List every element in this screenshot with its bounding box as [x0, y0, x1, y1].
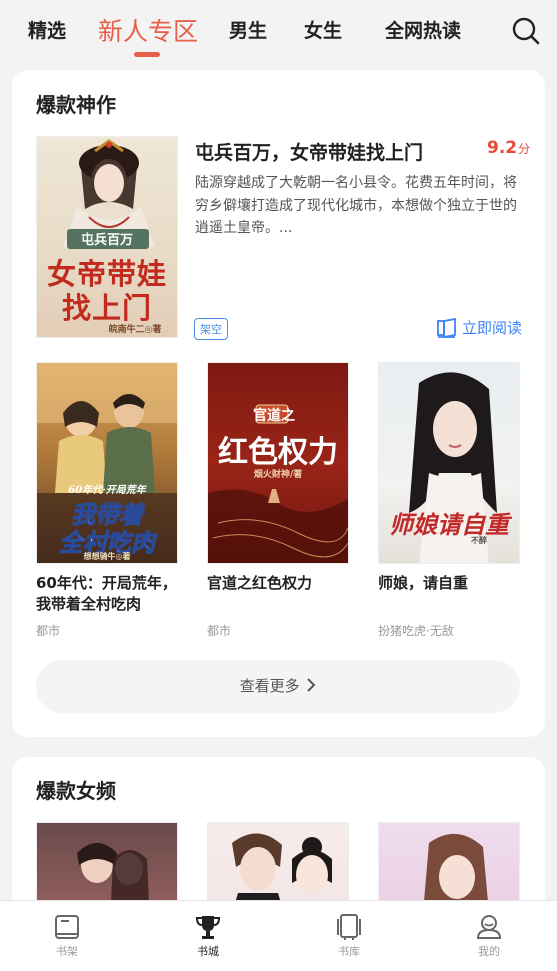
- featured-book-score: 9.2分: [487, 138, 530, 158]
- book-cover-2[interactable]: 官道之 红色权力 烟火财神/著: [207, 362, 349, 564]
- tab-featured[interactable]: 精选: [28, 16, 66, 43]
- view-more-button[interactable]: 查看更多: [36, 660, 520, 713]
- cover-line-1: 官道之: [253, 408, 295, 424]
- featured-book-cover[interactable]: 屯兵百万 女帝带娃 找上门 皖南牛二◎著: [36, 136, 178, 338]
- library-icon: [337, 914, 361, 940]
- book-cover-3[interactable]: 师娘请自重 不醉: [378, 362, 520, 564]
- active-tab-indicator: [134, 52, 160, 57]
- read-now-label: 立即阅读: [462, 319, 523, 337]
- cover-line-1: 60年代·开局荒年: [68, 485, 146, 496]
- tab-female[interactable]: 女生: [304, 16, 342, 43]
- cover-author: 不醉: [471, 535, 487, 545]
- section-title: 爆款女频: [36, 779, 116, 803]
- cover-line-2: 红色权力: [218, 435, 338, 470]
- nav-library[interactable]: 书库: [319, 913, 379, 959]
- book-title-2[interactable]: 官道之红色权力: [207, 573, 355, 594]
- tab-newcomer[interactable]: 新人专区: [98, 12, 198, 48]
- bottom-nav: 书架 书城 书库 我的: [0, 900, 557, 971]
- nav-bookshelf[interactable]: 书架: [37, 913, 97, 959]
- tab-trending[interactable]: 全网热读: [385, 16, 461, 43]
- featured-book-title[interactable]: 屯兵百万，女帝带娃找上门: [195, 138, 423, 165]
- score-value: 9.2: [487, 138, 518, 158]
- section-hot-masterpieces: 爆款神作 屯兵百万 女帝带娃 找上门 皖南牛二◎著 屯兵百万，女帝带娃找上门 9…: [12, 70, 545, 737]
- cover-small-text: 屯兵百万: [80, 233, 133, 248]
- top-nav: 精选 新人专区 男生 女生 全网热读: [0, 0, 557, 66]
- featured-book-description: 陆源穿越成了大乾朝一名小县令。花费五年时间，将穷乡僻壤打造成了现代化城市，本想做…: [195, 175, 517, 236]
- cover-author: 皖南牛二◎著: [108, 325, 162, 335]
- read-now-button[interactable]: 立即阅读: [436, 317, 522, 338]
- book-title-1[interactable]: 60年代：开局荒年，我带着全村吃肉: [36, 573, 184, 614]
- nav-profile-label: 我的: [478, 945, 500, 958]
- cover-author: 烟火财神/著: [253, 470, 303, 480]
- nav-bookstore-label: 书城: [197, 945, 219, 958]
- nav-bookstore[interactable]: 书城: [178, 913, 238, 959]
- bookshelf-icon: [55, 915, 79, 939]
- genre-tag: 架空: [194, 318, 228, 340]
- tab-male[interactable]: 男生: [229, 16, 267, 43]
- trophy-icon: [195, 916, 221, 939]
- book-title-3[interactable]: 师娘，请自重: [378, 573, 526, 594]
- book-open-icon: [437, 317, 456, 338]
- section-title: 爆款神作: [36, 93, 116, 117]
- book-cover-1[interactable]: 60年代·开局荒年 我带着 全村吃肉 想想骑牛◎著: [36, 362, 178, 564]
- score-unit: 分: [518, 142, 531, 156]
- book-genre-3: 扮猪吃虎·无敌: [378, 624, 454, 638]
- cover-big-text-2: 找上门: [61, 291, 152, 325]
- nav-library-label: 书库: [338, 945, 360, 958]
- search-icon[interactable]: [512, 17, 540, 45]
- cover-author: 想想骑牛◎著: [83, 551, 131, 561]
- view-more-label: 查看更多: [239, 677, 300, 695]
- nav-profile[interactable]: 我的: [459, 913, 519, 959]
- book-genre-1: 都市: [36, 624, 61, 638]
- chevron-right-icon: [307, 678, 316, 692]
- book-genre-2: 都市: [207, 624, 232, 638]
- nav-bookshelf-label: 书架: [56, 945, 78, 958]
- profile-icon: [476, 915, 502, 939]
